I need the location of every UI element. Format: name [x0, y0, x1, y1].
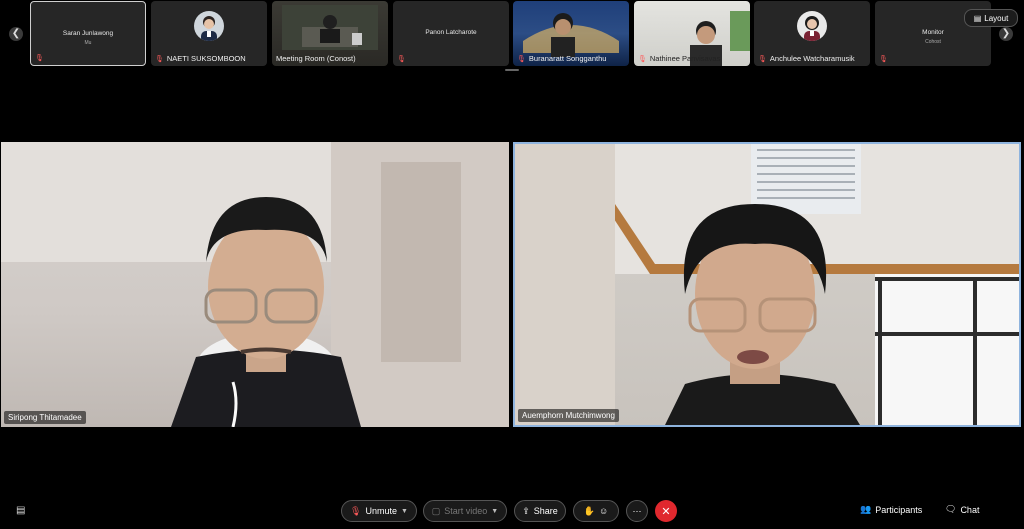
ellipsis-icon: ⋯ — [632, 505, 642, 516]
video-camera-icon: ▢ — [431, 505, 441, 516]
participant-subtitle: Mu — [84, 40, 92, 46]
reactions-button-group[interactable]: ✋ ☺ — [573, 500, 619, 522]
avatar — [194, 11, 224, 41]
participant-name: Monitor — [922, 29, 944, 36]
mic-muted-icon: 🎙 — [397, 56, 406, 63]
people-icon: 👥 — [860, 504, 872, 514]
video-feed — [515, 144, 1019, 425]
mic-muted-icon: 🎙 — [638, 55, 647, 63]
chat-label: Chat — [960, 504, 980, 515]
participant-name: Panon Latcharote — [425, 29, 477, 36]
layout-icon: ▤ — [973, 13, 982, 23]
participant-thumb[interactable]: 🎙 Nathinee Panvisavas — [634, 1, 750, 66]
unmute-button[interactable]: 🎙 Unmute ▼ — [341, 500, 417, 522]
raise-hand-icon[interactable]: ✋ — [584, 506, 595, 517]
layout-label: Layout — [984, 13, 1009, 23]
participant-thumb[interactable]: Meeting Room (Conost) — [272, 1, 388, 66]
participant-name-tag: Siripong Thitamadee — [4, 411, 86, 424]
participant-strip: ❮ Saran Junlawong Mu 🎙 🎙 NAETI SUKSOMBOON… — [0, 0, 1024, 72]
chevron-down-icon[interactable]: ▼ — [401, 508, 408, 515]
participant-name-tag: Auemphorn Mutchimwong — [518, 409, 619, 422]
participant-name: NAETI SUKSOMBOON — [166, 54, 246, 63]
more-options-button[interactable]: ⋯ — [626, 500, 648, 522]
participants-label: Participants — [875, 504, 923, 515]
participant-name: Anchulee Watcharamusik — [769, 54, 855, 63]
participant-thumb[interactable]: Panon Latcharote 🎙 — [393, 1, 509, 66]
mic-muted-icon: 🎙 — [155, 55, 164, 63]
video-tile[interactable]: Siripong Thitamadee — [1, 142, 509, 427]
participant-name: Buranaratt Songganthu — [528, 54, 607, 63]
unmute-label: Unmute — [365, 506, 397, 516]
close-icon: ✕ — [661, 505, 671, 518]
scroll-left-icon[interactable]: ❮ — [9, 27, 23, 41]
video-feed — [282, 5, 378, 50]
mic-muted-icon: 🎙 — [350, 505, 362, 516]
strip-scroll-indicator[interactable] — [505, 69, 519, 71]
participant-name: Saran Junlawong — [62, 30, 114, 37]
participant-thumb[interactable]: Saran Junlawong Mu 🎙 — [30, 1, 146, 66]
mic-muted-icon: 🎙 — [879, 56, 888, 63]
video-feed — [1, 142, 509, 427]
emoji-icon[interactable]: ☺ — [599, 506, 608, 516]
layout-button[interactable]: ▤ Layout — [964, 9, 1018, 27]
chat-button[interactable]: 🗨 Chat — [945, 504, 979, 515]
share-button[interactable]: ⇪ Share — [514, 500, 566, 522]
meeting-toolbar: ▤ 🎙 Unmute ▼ ▢ Start video ▼ ⇪ Share ✋ ☺… — [0, 498, 1024, 526]
participant-subtitle: Cohost — [925, 39, 941, 45]
share-label: Share — [533, 506, 558, 516]
mic-muted-icon: 🎙 — [517, 55, 526, 63]
avatar — [797, 11, 827, 41]
captions-icon[interactable]: ▤ — [16, 505, 25, 516]
scroll-right-icon[interactable]: ❯ — [999, 27, 1013, 41]
participant-thumb[interactable]: 🎙 Buranaratt Songganthu — [513, 1, 629, 66]
participants-button[interactable]: 👥 Participants — [860, 504, 922, 515]
participant-thumb[interactable]: 🎙 NAETI SUKSOMBOON — [151, 1, 267, 66]
mic-muted-icon: 🎙 — [758, 55, 767, 63]
participant-name: Nathinee Panvisavas — [649, 54, 721, 63]
mic-muted-icon: 🎙 — [35, 55, 44, 62]
video-tile[interactable]: Auemphorn Mutchimwong — [513, 142, 1021, 427]
end-call-button[interactable]: ✕ — [655, 500, 677, 522]
chat-bubble-icon: 🗨 — [945, 504, 957, 514]
participant-thumb[interactable]: 🎙 Anchulee Watcharamusik — [754, 1, 870, 66]
start-video-button[interactable]: ▢ Start video ▼ — [423, 500, 507, 522]
participant-name: Meeting Room (Conost) — [276, 54, 356, 63]
share-icon: ⇪ — [522, 505, 530, 516]
chevron-down-icon[interactable]: ▼ — [491, 508, 498, 515]
start-video-label: Start video — [444, 506, 488, 516]
